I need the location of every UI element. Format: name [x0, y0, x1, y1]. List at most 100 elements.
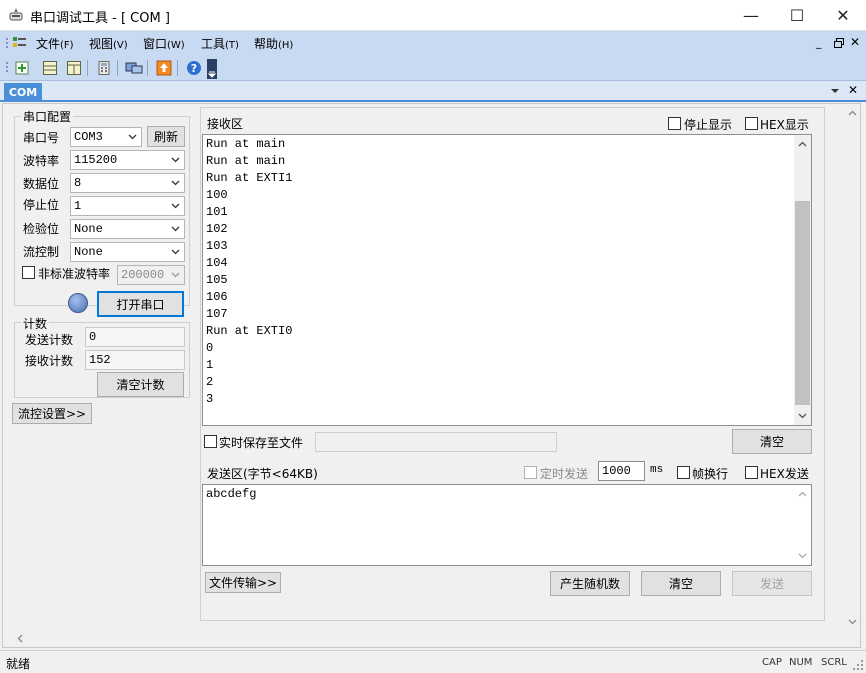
- toolbar: ?: [0, 55, 866, 81]
- nonstd-baud-select[interactable]: 200000: [117, 265, 185, 285]
- chevron-down-icon: [168, 197, 182, 215]
- scroll-down-icon[interactable]: [798, 413, 807, 419]
- scroll-up-icon[interactable]: [798, 141, 807, 147]
- save-to-file-label: 实时保存至文件: [219, 436, 304, 450]
- timed-send-checkbox[interactable]: [524, 466, 537, 479]
- recv-count-field: 152: [85, 350, 185, 370]
- split-horizontal-icon[interactable]: [40, 58, 60, 78]
- menu-file[interactable]: 文件(F): [36, 35, 74, 52]
- mdi-minimize-icon[interactable]: _: [816, 36, 822, 49]
- scroll-up-icon[interactable]: [798, 491, 807, 497]
- receive-line: 100: [206, 188, 228, 202]
- tab-com[interactable]: COM: [4, 83, 42, 102]
- receive-scrollbar[interactable]: [794, 135, 811, 425]
- panel-scroll-up-icon[interactable]: [848, 110, 857, 116]
- panel-horizontal-scrollbar[interactable]: [3, 629, 858, 646]
- interval-input[interactable]: 1000: [598, 461, 645, 481]
- random-button[interactable]: 产生随机数: [550, 571, 630, 596]
- receive-line: 103: [206, 239, 228, 253]
- tab-list-dropdown-icon[interactable]: [830, 87, 840, 95]
- nonstd-baud-checkbox[interactable]: [22, 266, 35, 279]
- calculator-icon[interactable]: [94, 58, 114, 78]
- title-bar: 串口调试工具 - [ COM ] — ☐ ✕: [0, 0, 866, 31]
- app-menu-icon[interactable]: [12, 35, 28, 51]
- open-port-button[interactable]: 打开串口: [97, 291, 184, 317]
- app-icon: [9, 8, 23, 21]
- send-textarea[interactable]: abcdefg: [202, 484, 812, 566]
- save-file-path-field[interactable]: [315, 432, 557, 452]
- receive-line: 102: [206, 222, 228, 236]
- monitor-icon[interactable]: [124, 58, 144, 78]
- stop-display-checkbox[interactable]: [668, 117, 681, 130]
- flow-settings-button[interactable]: 流控设置>>: [12, 403, 92, 424]
- stop-display-label: 停止显示: [684, 118, 733, 132]
- menu-bar: 文件(F) 视图(V) 窗口(W) 工具(T) 帮助(H) _ ✕: [0, 31, 866, 55]
- minimize-button[interactable]: —: [728, 0, 774, 31]
- upload-icon[interactable]: [154, 58, 174, 78]
- receive-textarea[interactable]: Run at main Run at main Run at EXTI1 100 101…: [202, 134, 812, 426]
- mdi-restore-icon[interactable]: [834, 38, 844, 48]
- nonstd-baud-label: 非标准波特率: [38, 267, 111, 281]
- receive-line: 106: [206, 290, 228, 304]
- help-icon[interactable]: ?: [184, 58, 204, 78]
- send-content: abcdefg: [206, 487, 257, 501]
- close-button[interactable]: ✕: [820, 0, 866, 31]
- baud-select[interactable]: 115200: [70, 150, 185, 170]
- chevron-down-icon: [168, 174, 182, 192]
- parity-select[interactable]: None: [70, 219, 185, 239]
- recv-count-label: 接收计数: [25, 354, 74, 368]
- new-document-icon[interactable]: [12, 58, 32, 78]
- receive-clear-button[interactable]: 清空: [732, 429, 812, 454]
- interval-unit: ms: [650, 464, 664, 476]
- frame-newline-checkbox[interactable]: [677, 466, 690, 479]
- receive-line: 1: [206, 358, 214, 372]
- file-transfer-button[interactable]: 文件传输>>: [205, 572, 281, 593]
- receive-line: Run at main: [206, 154, 286, 168]
- hex-send-checkbox[interactable]: [745, 466, 758, 479]
- chevron-down-icon: [168, 266, 182, 284]
- split-vertical-icon[interactable]: [64, 58, 84, 78]
- receive-line: Run at main: [206, 137, 286, 151]
- flow-select[interactable]: None: [70, 242, 185, 262]
- frame-newline-label: 帧换行: [692, 467, 729, 481]
- scroll-left-icon[interactable]: [17, 634, 23, 643]
- port-select[interactable]: COM3: [70, 127, 142, 147]
- databits-label: 数据位: [23, 177, 60, 191]
- sent-count-label: 发送计数: [25, 333, 74, 347]
- flow-label: 流控制: [23, 245, 60, 259]
- chevron-down-icon: [168, 243, 182, 261]
- databits-select[interactable]: 8: [70, 173, 185, 193]
- menu-window[interactable]: 窗口(W): [143, 35, 185, 52]
- clear-count-button[interactable]: 清空计数: [97, 372, 184, 397]
- toolbar-overflow-icon[interactable]: [207, 59, 217, 79]
- save-to-file-checkbox[interactable]: [204, 435, 217, 448]
- menu-tools[interactable]: 工具(T): [201, 35, 239, 52]
- receive-line: Run at EXTI0: [206, 324, 293, 338]
- menu-view[interactable]: 视图(V): [89, 35, 128, 52]
- refresh-button[interactable]: 刷新: [147, 126, 185, 147]
- send-clear-button[interactable]: 清空: [641, 571, 721, 596]
- send-button[interactable]: 发送: [732, 571, 812, 596]
- receive-scroll-thumb[interactable]: [795, 201, 810, 405]
- caps-indicator: CAP: [762, 657, 782, 668]
- grip-icon[interactable]: [4, 37, 10, 51]
- port-label: 串口号: [23, 131, 60, 145]
- svg-text:?: ?: [191, 62, 197, 75]
- scroll-down-icon[interactable]: [798, 553, 807, 559]
- maximize-button[interactable]: ☐: [774, 0, 820, 31]
- receive-line: 105: [206, 273, 228, 287]
- hex-display-checkbox[interactable]: [745, 117, 758, 130]
- panel-scroll-down-icon[interactable]: [848, 619, 857, 625]
- tab-close-icon[interactable]: ✕: [848, 83, 858, 97]
- toolbar-separator: [147, 60, 148, 76]
- main-panel: 串口配置 串口号 COM3 刷新 波特率 115200 数据位 8 停止位 1 …: [2, 103, 861, 648]
- receive-line: 0: [206, 341, 214, 355]
- toolbar-grip-icon[interactable]: [4, 61, 10, 75]
- stopbits-select[interactable]: 1: [70, 196, 185, 216]
- menu-help[interactable]: 帮助(H): [254, 35, 293, 52]
- window-title: 串口调试工具 - [ COM ]: [30, 11, 170, 26]
- mdi-close-icon[interactable]: ✕: [850, 35, 860, 49]
- status-text: 就绪: [6, 657, 31, 671]
- resize-grip-icon[interactable]: [852, 659, 864, 671]
- receive-line: 2: [206, 375, 214, 389]
